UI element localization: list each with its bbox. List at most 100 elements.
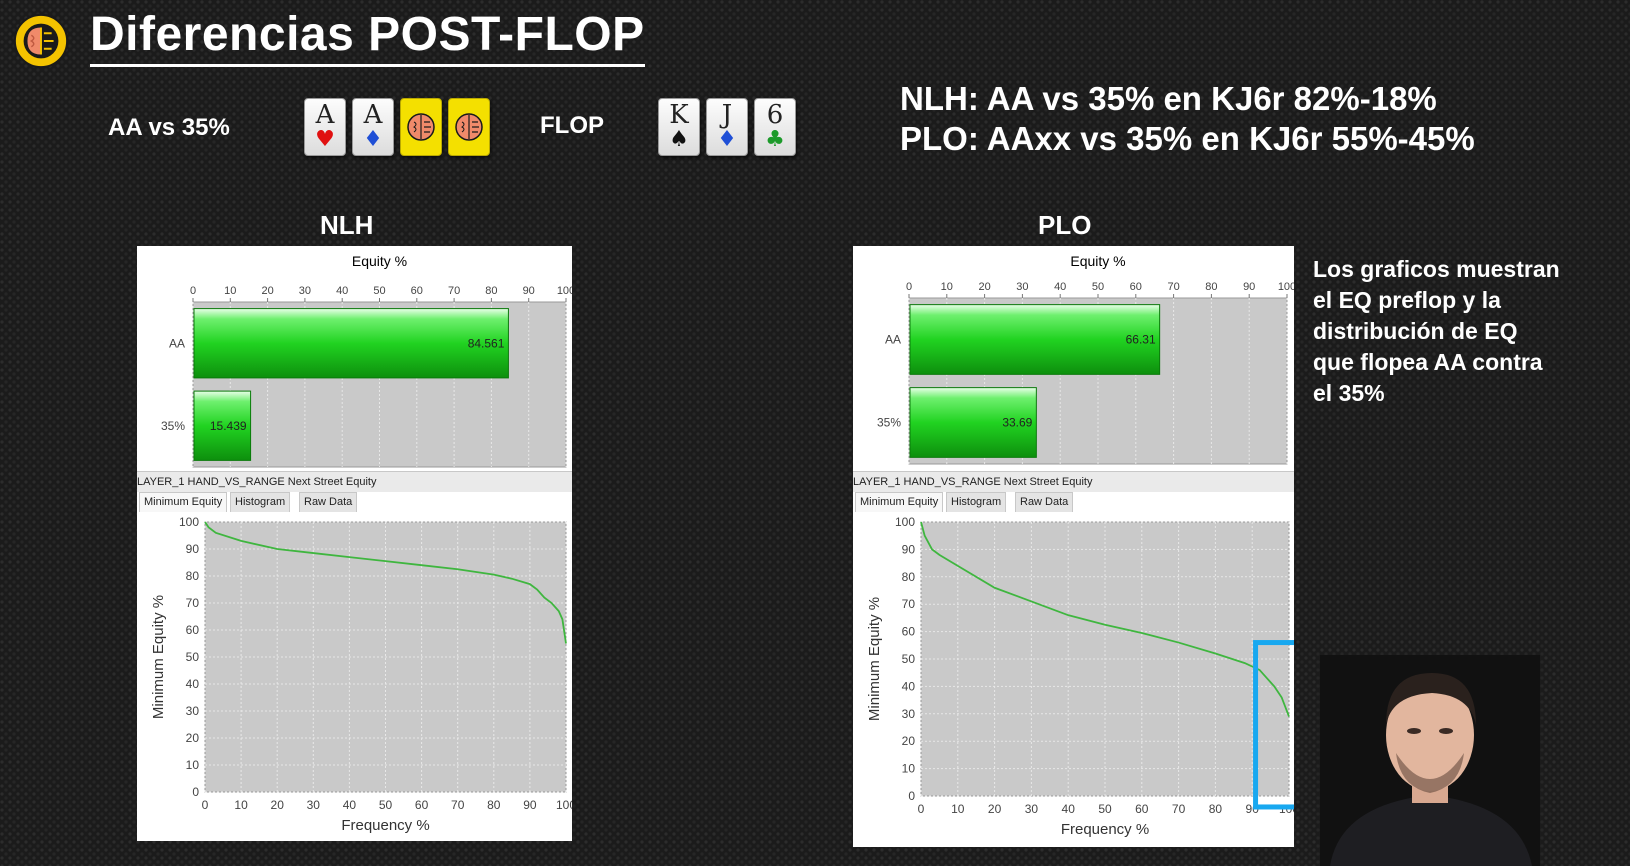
x-tick-label: 40 — [1054, 281, 1066, 293]
tab-bar: Minimum Equity Histogram Raw Data — [137, 492, 572, 512]
x-tick-label: 40 — [343, 798, 357, 812]
x-tick-label: 90 — [523, 798, 537, 812]
x-tick-label: 0 — [202, 798, 209, 812]
y-tick-label: 0 — [192, 785, 199, 799]
x-tick-label: 0 — [918, 802, 925, 816]
category-label: AA — [885, 333, 901, 347]
flop-card-1: K ♠ — [658, 98, 700, 156]
x-tick-label: 30 — [1016, 281, 1028, 293]
x-tick-label: 10 — [951, 802, 965, 816]
y-tick-label: 20 — [186, 731, 200, 745]
card-rank: K — [669, 100, 689, 130]
nlh-column-title: NLH — [320, 210, 374, 240]
x-tick-label: 40 — [1062, 802, 1076, 816]
x-tick-label: 80 — [1205, 281, 1217, 293]
flop-label: FLOP — [540, 112, 604, 139]
tab-raw-data[interactable]: Raw Data — [1015, 492, 1074, 512]
y-tick-label: 40 — [902, 679, 916, 693]
x-tick-label: 10 — [941, 281, 953, 293]
note-line: el 35% — [1313, 380, 1385, 406]
card-suit: ♥ — [315, 127, 335, 152]
bar-value-label: 15.439 — [210, 419, 247, 433]
y-tick-label: 10 — [186, 758, 200, 772]
x-tick-label: 20 — [261, 285, 273, 297]
presenter-webcam — [1320, 655, 1540, 866]
x-tick-label: 100 — [557, 285, 572, 297]
x-tick-label: 60 — [1135, 802, 1149, 816]
tab-raw-data[interactable]: Raw Data — [299, 492, 358, 512]
nlh-summary: NLH: AA vs 35% en KJ6r 82%-18% — [900, 80, 1437, 117]
x-tick-label: 50 — [373, 285, 385, 297]
chart-title: Equity % — [1070, 253, 1125, 269]
y-tick-label: 70 — [186, 596, 200, 610]
card-back-2 — [448, 98, 490, 156]
y-tick-label: 0 — [908, 789, 915, 803]
tab-minimum-equity[interactable]: Minimum Equity — [855, 492, 944, 512]
y-tick-label: 60 — [902, 625, 916, 639]
card-rank: 6 — [766, 100, 784, 130]
x-tick-label: 0 — [190, 285, 196, 297]
plo-min-equity-chart: 0102030405060708090100010203040506070809… — [866, 515, 1294, 838]
category-label: 35% — [877, 416, 901, 430]
panel-subheader: LAYER_1 HAND_VS_RANGE Next Street Equity — [137, 471, 572, 492]
nlh-min-equity-chart: 0 10 20 30 40 50 60 70 80 90 100 0 10 20 30 40 50 60 70 80 9… — [150, 515, 572, 834]
x-tick-label: 20 — [978, 281, 990, 293]
nlh-equity-panel: Equity %010203040506070809010084.561AA15… — [137, 246, 572, 841]
card-suit: ♠ — [669, 127, 689, 152]
y-tick-label: 50 — [902, 652, 916, 666]
y-tick-label: 70 — [902, 597, 916, 611]
tab-minimum-equity[interactable]: Minimum Equity — [139, 492, 228, 512]
plo-column-title: PLO — [1038, 210, 1092, 240]
x-tick-label: 100 — [1278, 281, 1294, 293]
y-tick-label: 80 — [902, 570, 916, 584]
x-tick-label: 80 — [487, 798, 501, 812]
plo-summary: PLO: AAxx vs 35% en KJ6r 55%-45% — [900, 120, 1475, 157]
category-label: 35% — [161, 419, 185, 433]
x-tick-label: 50 — [379, 798, 393, 812]
panel-subheader: LAYER_1 HAND_VS_RANGE Next Street Equity — [853, 471, 1294, 492]
flop-card-3: 6 ♣ — [754, 98, 796, 156]
category-label: AA — [169, 336, 185, 350]
y-tick-label: 60 — [186, 623, 200, 637]
tab-histogram[interactable]: Histogram — [230, 492, 291, 512]
x-tick-label: 90 — [523, 285, 535, 297]
card-suit: ♦ — [717, 127, 737, 152]
x-tick-label: 70 — [451, 798, 465, 812]
nlh-equity-bar-chart: Equity % 0 10 20 30 40 50 60 70 80 90 100 84.561 AA 15… — [161, 253, 572, 468]
x-tick-label: 50 — [1098, 802, 1112, 816]
hand-card-2: A ♦ — [352, 98, 394, 156]
y-tick-label: 50 — [186, 650, 200, 664]
y-tick-label: 20 — [902, 734, 916, 748]
plo-equity-panel: Equity % 0 10 20 30 40 50 60 70 80 90 100 66.31 AA 33.… — [853, 246, 1294, 847]
card-rank: A — [315, 100, 335, 130]
x-tick-label: 10 — [224, 285, 236, 297]
x-tick-label: 90 — [1243, 281, 1255, 293]
x-tick-label: 70 — [1172, 802, 1186, 816]
x-axis-label: Frequency % — [1061, 821, 1149, 838]
equity-bar — [193, 308, 509, 379]
y-axis-label: Minimum Equity % — [866, 597, 883, 721]
x-tick-label: 60 — [415, 798, 429, 812]
card-suit: ♣ — [765, 127, 785, 152]
y-tick-label: 10 — [902, 762, 916, 776]
brain-chip-icon — [407, 113, 435, 141]
y-tick-label: 90 — [902, 542, 916, 556]
x-tick-label: 50 — [1092, 281, 1104, 293]
equity-bar — [909, 304, 1161, 375]
x-tick-label: 70 — [1167, 281, 1179, 293]
x-tick-label: 30 — [1025, 802, 1039, 816]
x-tick-label: 20 — [271, 798, 285, 812]
card-back-1 — [400, 98, 442, 156]
x-tick-label: 100 — [556, 798, 572, 812]
y-tick-label: 100 — [179, 515, 199, 529]
plo-equity-bar-chart: Equity % 0 10 20 30 40 50 60 70 80 90 100 66.31 AA 33.… — [877, 253, 1294, 465]
tab-histogram[interactable]: Histogram — [946, 492, 1007, 512]
note-line: distribución de EQ — [1313, 318, 1518, 344]
x-tick-label: 80 — [1209, 802, 1223, 816]
x-tick-label: 30 — [299, 285, 311, 297]
card-rank: A — [363, 100, 383, 130]
x-tick-label: 0 — [906, 281, 912, 293]
note-line: Los graficos muestran — [1313, 256, 1560, 282]
x-tick-label: 70 — [448, 285, 460, 297]
y-tick-label: 30 — [902, 707, 916, 721]
